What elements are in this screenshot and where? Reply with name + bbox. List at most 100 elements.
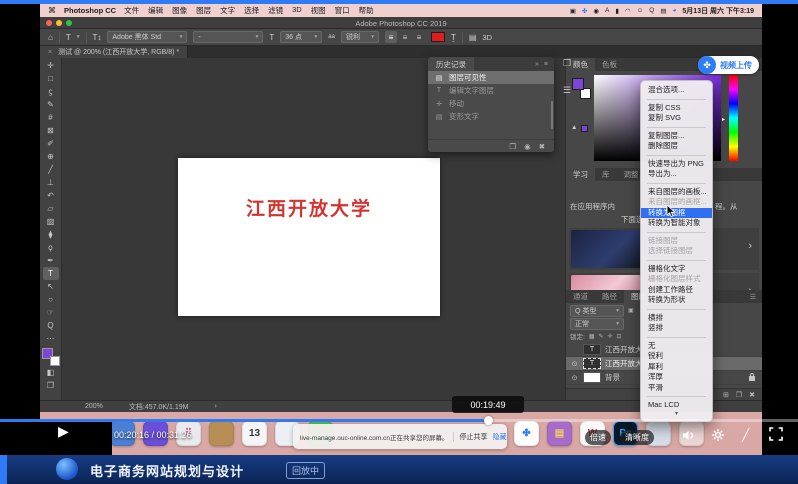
crop-tool[interactable]: # (43, 111, 59, 124)
wifi-icon[interactable]: ◠ (625, 7, 631, 15)
delete-state-icon[interactable]: ✖ (539, 142, 545, 151)
align-center-icon[interactable]: ≡ (399, 31, 411, 43)
screen-mode-icon[interactable]: ❐ (43, 379, 59, 392)
align-right-icon[interactable]: ≡ (413, 31, 425, 43)
menubar-clock[interactable]: 5月13日 周六 下午3:19 (682, 6, 754, 16)
menu-scroll-more-icon[interactable]: ▾ (641, 411, 712, 419)
browser-icon[interactable]: ◕ (672, 7, 676, 14)
brush-tool[interactable]: ╱ (43, 163, 59, 176)
context-menu-item[interactable]: 导出为... (641, 169, 712, 180)
hand-tool[interactable]: ☞ (43, 306, 59, 319)
context-menu-item[interactable]: 来自图层的画板... (641, 187, 712, 198)
context-menu-item[interactable]: 锐利 (641, 351, 712, 362)
type-tool[interactable]: T (43, 267, 59, 280)
context-menu-item[interactable] (647, 99, 706, 100)
clone-stamp-tool[interactable]: ⊥ (43, 176, 59, 189)
marquee-tool[interactable]: □ (43, 72, 59, 85)
menubar-menu[interactable]: 编辑 (148, 5, 163, 16)
context-menu-item[interactable]: 栅格化文字 (641, 264, 712, 275)
battery-icon[interactable]: ▮ (615, 7, 619, 15)
context-menu-item[interactable] (647, 232, 706, 233)
menubar-menu[interactable]: 图层 (196, 5, 211, 16)
context-menu-item[interactable]: 栅格化图层样式 (641, 274, 712, 285)
dodge-tool[interactable]: ϙ (43, 241, 59, 254)
spotlight-icon[interactable]: Q (649, 7, 654, 14)
eraser-tool[interactable]: ▱ (43, 202, 59, 215)
move-tool[interactable]: ✛ (43, 59, 59, 72)
history-state-row[interactable]: ▤ 图层可见性 (428, 71, 554, 84)
dock-app-brown[interactable] (209, 421, 234, 446)
playback-speed-button[interactable]: 倍速 (585, 430, 611, 445)
quick-selection-tool[interactable]: ✎ (43, 98, 59, 111)
panel-tab[interactable]: 通道 (566, 290, 595, 303)
lock-all-icon[interactable]: ⊡ (617, 333, 622, 340)
history-scrollbar[interactable] (551, 101, 553, 129)
context-menu-item[interactable]: 快速导出为 PNG (641, 159, 712, 170)
collapsed-panel-icon-2[interactable]: ☰ (563, 85, 571, 96)
new-doc-from-state-icon[interactable]: ❐ (509, 142, 516, 151)
context-menu-item[interactable] (647, 309, 706, 310)
user-icon[interactable]: ☺ (637, 7, 644, 14)
anti-alias-select[interactable]: 锐利 ▾ (341, 31, 379, 43)
delete-layer-icon[interactable]: ✖ (749, 391, 755, 399)
lock-position-icon[interactable]: ✛ (608, 333, 613, 340)
text-color-swatch[interactable] (431, 32, 445, 42)
fullscreen-button[interactable] (768, 426, 784, 447)
history-state-row[interactable]: T 编辑文字图层 (428, 84, 554, 97)
zoom-tool[interactable]: Q (43, 319, 59, 332)
context-menu-item[interactable] (647, 183, 706, 184)
panel-tab[interactable]: 路径 (595, 290, 624, 303)
frame-tool[interactable]: ⊠ (43, 124, 59, 137)
document-tab[interactable]: × 测试 @ 200% (江西开放大学, RGB/8) * (40, 46, 188, 58)
context-menu-item[interactable]: Mac LCD (641, 400, 712, 411)
quick-mask-icon[interactable]: ◧ (43, 366, 59, 379)
chevron-right-icon[interactable]: › (748, 240, 752, 252)
context-menu-item[interactable]: 复制 SVG (641, 113, 712, 124)
close-tab-icon[interactable]: × (48, 49, 52, 56)
context-menu-item[interactable]: 复制图层... (641, 131, 712, 142)
meeting-icon[interactable]: ◉ (593, 7, 599, 15)
zoom-level[interactable]: 200% (85, 403, 103, 410)
quality-button[interactable]: 清晰度 (620, 430, 654, 445)
lasso-tool[interactable]: ϛ (43, 85, 59, 98)
layer-filter-select[interactable]: Q 类型 ▾ (570, 305, 624, 317)
new-layer-icon[interactable]: ⊞ (723, 391, 729, 399)
stop-sharing-button[interactable]: 停止共享 (453, 432, 487, 442)
context-menu-item[interactable]: 来自图层的画框... (641, 197, 712, 208)
context-menu-item[interactable]: 犀利 (641, 362, 712, 373)
menubar-menu[interactable]: 3D (292, 5, 302, 16)
menubar-menu[interactable]: 选择 (244, 5, 259, 16)
upload-button[interactable]: ✤ 视频上传 (698, 56, 759, 74)
context-menu-item[interactable] (647, 396, 706, 397)
menubar-menu[interactable]: 文字 (220, 5, 235, 16)
context-menu-item[interactable] (647, 260, 706, 261)
context-menu-item[interactable]: 创建工作路径 (641, 285, 712, 296)
blur-tool[interactable]: ⧫ (43, 228, 59, 241)
apple-menu-icon[interactable]: ⌘ (48, 4, 56, 17)
collapse-panel-icon[interactable]: » (535, 61, 539, 68)
context-menu-item[interactable]: 无 (641, 341, 712, 352)
dock-calendar[interactable]: 13 (242, 421, 267, 446)
context-menu-item[interactable]: 横排 (641, 313, 712, 324)
context-menu-item[interactable] (647, 127, 706, 128)
panel-tab[interactable]: 色板 (595, 58, 624, 71)
new-snapshot-icon[interactable]: ◉ (524, 142, 531, 151)
dock-rar[interactable]: ▤ (547, 421, 572, 446)
font-family-select[interactable]: Adobe 黑体 Std ▾ (107, 31, 187, 43)
history-state-row[interactable]: ✛ 移动 (428, 97, 554, 110)
context-menu-item[interactable]: 复制 CSS (641, 103, 712, 114)
menubar-menu[interactable]: 帮助 (359, 5, 374, 16)
text-orientation-icon[interactable]: T↕ (93, 33, 102, 42)
warp-text-icon[interactable]: Ṯ (451, 33, 456, 42)
context-menu-item[interactable]: 浑厚 (641, 372, 712, 383)
dock-sharing-app[interactable]: ✤ (514, 421, 539, 446)
control-center-icon[interactable]: ▤ (660, 7, 666, 15)
layers-panel-menu-icon[interactable]: ☰ (750, 290, 762, 303)
status-chevron-icon[interactable]: › (214, 403, 216, 410)
panel-tab[interactable]: 库 (595, 168, 617, 181)
menubar-menu[interactable]: 窗口 (335, 5, 350, 16)
visibility-eye-icon[interactable]: ⊙ (570, 360, 579, 368)
layer-thumbnail[interactable]: T (583, 358, 601, 369)
seek-bar[interactable] (0, 419, 798, 422)
volume-button[interactable] (681, 428, 696, 448)
